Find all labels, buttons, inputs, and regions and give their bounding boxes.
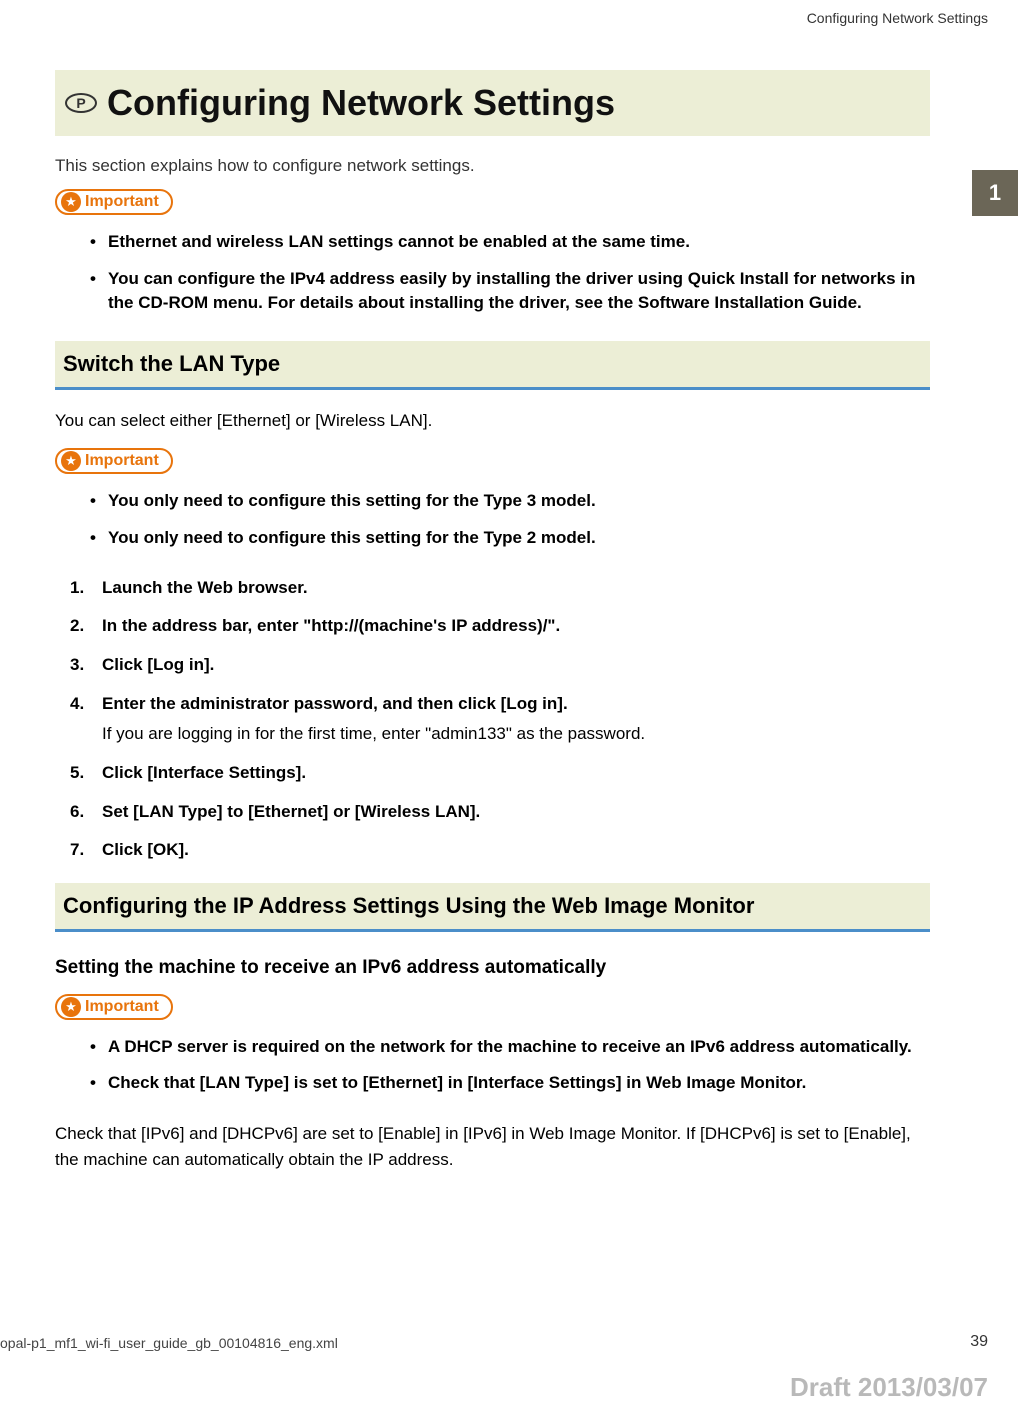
step-item: Enter the administrator password, and th…: [70, 692, 930, 747]
page-title-block: P Configuring Network Settings: [55, 70, 930, 136]
step-text: Set [LAN Type] to [Ethernet] or [Wireles…: [102, 802, 480, 821]
intro-text: This section explains how to configure n…: [55, 156, 930, 176]
step-item: Set [LAN Type] to [Ethernet] or [Wireles…: [70, 800, 930, 825]
step-text: Enter the administrator password, and th…: [102, 694, 568, 713]
important-list-1: Ethernet and wireless LAN settings canno…: [90, 230, 930, 316]
star-icon: ★: [61, 192, 81, 212]
footer-page-number: 39: [970, 1333, 988, 1351]
section-heading-ip: Configuring the IP Address Settings Usin…: [55, 883, 930, 932]
important-list-lan: You only need to configure this setting …: [90, 489, 930, 550]
step-text: Click [OK].: [102, 840, 189, 859]
step-item: Click [OK].: [70, 838, 930, 863]
important-list-ip: A DHCP server is required on the network…: [90, 1035, 930, 1096]
important-callout: ★ Important: [55, 189, 173, 215]
steps-lan: Launch the Web browser. In the address b…: [70, 576, 930, 863]
p-icon: P: [65, 93, 97, 113]
list-item: You only need to configure this setting …: [90, 489, 930, 514]
section-heading-lan: Switch the LAN Type: [55, 341, 930, 390]
important-callout: ★ Important: [55, 448, 173, 474]
page-title: Configuring Network Settings: [107, 82, 615, 124]
star-icon: ★: [61, 997, 81, 1017]
running-header: Configuring Network Settings: [807, 10, 988, 26]
list-item: You can configure the IPv4 address easil…: [90, 267, 930, 316]
page-content: P Configuring Network Settings This sect…: [0, 0, 960, 1172]
footer-filename: opal-p1_mf1_wi-fi_user_guide_gb_00104816…: [0, 1335, 338, 1351]
list-item: You only need to configure this setting …: [90, 526, 930, 551]
step-text: In the address bar, enter "http://(machi…: [102, 616, 560, 635]
important-label-text: Important: [85, 452, 159, 470]
star-icon: ★: [61, 451, 81, 471]
step-item: In the address bar, enter "http://(machi…: [70, 614, 930, 639]
chapter-tab: 1: [972, 170, 1018, 216]
step-text: Click [Interface Settings].: [102, 763, 306, 782]
important-label-text: Important: [85, 193, 159, 211]
list-item: Check that [LAN Type] is set to [Etherne…: [90, 1071, 930, 1096]
step-text: Click [Log in].: [102, 655, 214, 674]
important-label-text: Important: [85, 998, 159, 1016]
step-text: Launch the Web browser.: [102, 578, 308, 597]
list-item: A DHCP server is required on the network…: [90, 1035, 930, 1060]
important-callout: ★ Important: [55, 994, 173, 1020]
list-item: Ethernet and wireless LAN settings canno…: [90, 230, 930, 255]
step-item: Launch the Web browser.: [70, 576, 930, 601]
draft-watermark: Draft 2013/03/07: [790, 1372, 988, 1403]
step-subtext: If you are logging in for the first time…: [102, 722, 930, 747]
section-subheading-ipv6: Setting the machine to receive an IPv6 a…: [55, 957, 930, 979]
section-ip-body: Check that [IPv6] and [DHCPv6] are set t…: [55, 1121, 930, 1172]
step-item: Click [Interface Settings].: [70, 761, 930, 786]
section-lan-intro: You can select either [Ethernet] or [Wir…: [55, 408, 930, 434]
step-item: Click [Log in].: [70, 653, 930, 678]
